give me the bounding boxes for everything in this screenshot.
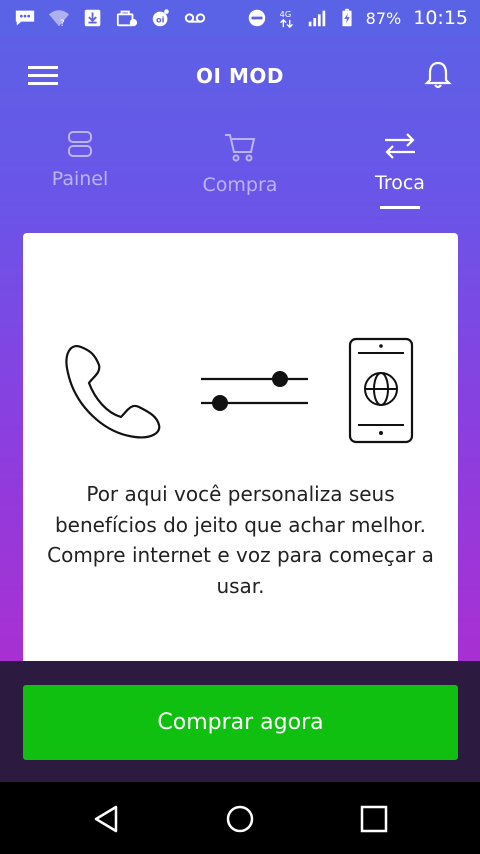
cart-icon	[225, 134, 256, 162]
recents-icon[interactable]	[357, 802, 391, 836]
tab-troca[interactable]: Troca	[320, 120, 480, 212]
page-title: OI MOD	[196, 64, 284, 88]
status-bar: ? oi 4G 87% 10:15	[0, 0, 480, 36]
system-nav-bar	[0, 782, 480, 854]
tab-painel[interactable]: Painel	[0, 120, 160, 212]
battery-percent: 87%	[365, 8, 402, 28]
app-header: OI MOD	[0, 36, 480, 116]
app-screen: ? oi 4G 87% 10:15 OI MOD Painel Compra T…	[0, 0, 480, 854]
illustration	[65, 337, 414, 444]
home-icon[interactable]	[223, 802, 257, 836]
swap-arrows-icon	[385, 133, 415, 159]
chat-icon	[15, 10, 35, 26]
status-bar-left: ? oi	[14, 6, 206, 30]
signal-icon	[308, 10, 325, 27]
svg-text:oi: oi	[156, 15, 165, 25]
tab-troca-label: Troca	[375, 172, 425, 194]
svg-text:?: ?	[60, 18, 65, 28]
status-bar-right: 4G 87% 10:15	[246, 6, 468, 30]
oi-icon: oi	[152, 9, 169, 27]
tab-compra-label: Compra	[202, 174, 278, 196]
wifi-question-icon: ?	[48, 10, 70, 28]
battery-charging-icon	[342, 8, 352, 27]
clock: 10:15	[413, 7, 468, 29]
shopping-icon	[116, 10, 138, 27]
download-icon	[84, 9, 101, 27]
active-tab-indicator	[380, 206, 420, 209]
info-card: Por aqui você personaliza seus benefício…	[23, 233, 458, 673]
phone-handset-icon	[65, 345, 161, 439]
tab-painel-label: Painel	[51, 168, 109, 190]
do-not-disturb-icon	[248, 9, 265, 27]
panel-icon	[68, 131, 92, 157]
bottom-action-bar: Comprar agora	[0, 661, 480, 782]
back-icon[interactable]	[89, 802, 123, 836]
network-label: 4G	[279, 9, 291, 19]
bell-icon[interactable]	[424, 60, 452, 90]
tab-bar: Painel Compra Troca	[0, 120, 480, 212]
tab-compra[interactable]: Compra	[160, 120, 320, 212]
smartphone-globe-icon	[348, 337, 414, 444]
buy-now-button[interactable]: Comprar agora	[23, 685, 458, 760]
sliders-icon	[201, 371, 308, 411]
network-4g-icon: 4G	[279, 9, 293, 28]
card-description: Por aqui você personaliza seus benefício…	[47, 482, 434, 598]
voicemail-icon	[184, 13, 206, 23]
